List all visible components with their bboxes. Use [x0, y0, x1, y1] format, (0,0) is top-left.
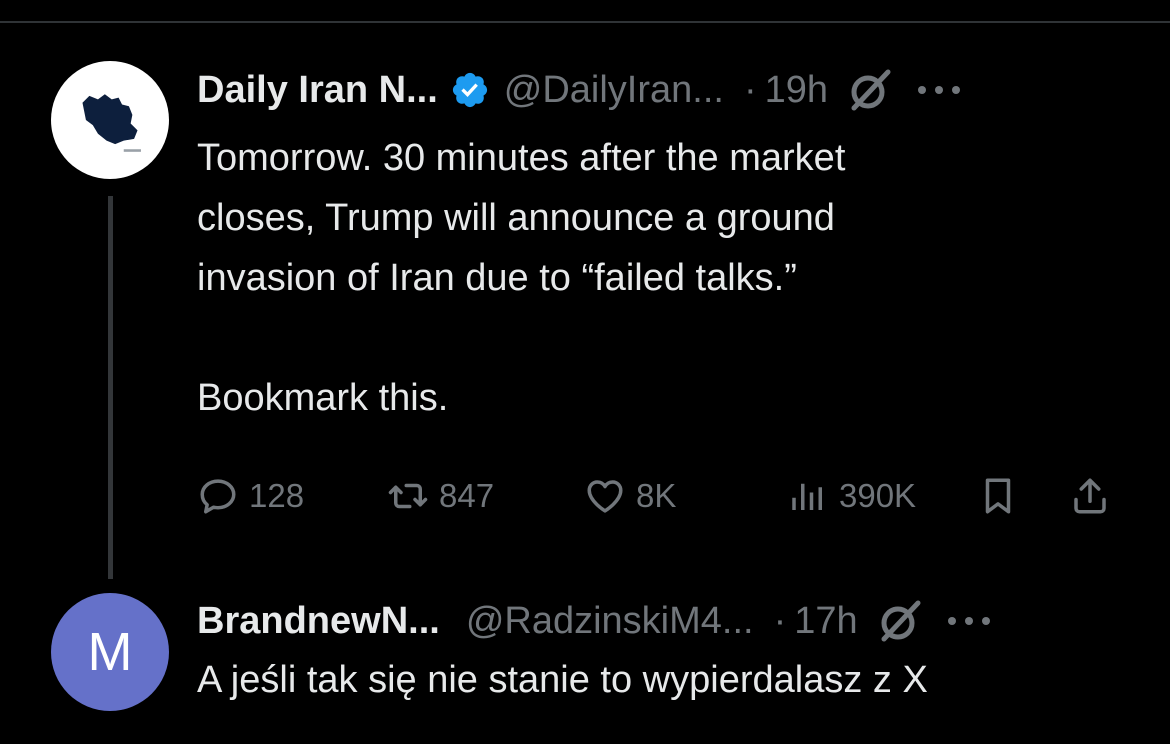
reply-header: BrandnewN... @RadzinskiM4... · 17h: [197, 591, 994, 651]
tweet-text-line: closes, Trump will announce a ground: [197, 197, 835, 239]
heart-icon: [587, 480, 623, 513]
verified-badge-icon[interactable]: [450, 70, 490, 110]
author-handle[interactable]: @RadzinskiM4...: [466, 600, 754, 643]
share-button[interactable]: [1069, 466, 1111, 526]
like-button[interactable]: 8K: [584, 466, 676, 526]
author-name[interactable]: BrandnewN...: [197, 600, 440, 643]
timestamp[interactable]: 17h: [794, 600, 857, 643]
bookmark-button[interactable]: [977, 466, 1019, 526]
author-handle[interactable]: @DailyIran...: [504, 69, 724, 112]
view-count: 390K: [839, 477, 917, 514]
tweet-text-line: Bookmark this.: [197, 377, 449, 419]
more-options-icon[interactable]: [944, 611, 994, 631]
thread-connector-line: [108, 196, 113, 579]
grok-icon[interactable]: [876, 597, 924, 645]
reply-count: 128: [249, 477, 305, 514]
avatar-daily-iran[interactable]: [51, 61, 169, 179]
iran-map-icon: [82, 94, 141, 152]
repost-button[interactable]: 847: [387, 466, 494, 526]
repost-icon: [388, 483, 428, 509]
reply-text: A jeśli tak się nie stanie to wypierdala…: [197, 659, 928, 701]
reply-button[interactable]: 128: [197, 466, 304, 526]
reply-icon: [200, 479, 236, 514]
grok-icon[interactable]: [846, 66, 894, 114]
repost-count: 847: [439, 477, 495, 514]
views-icon: [792, 483, 822, 510]
tweet-actions-bar: 128 847 8K 390K: [197, 466, 1127, 526]
avatar-brandnew[interactable]: M: [51, 593, 169, 711]
share-icon: [1074, 478, 1106, 514]
separator-dot: ·: [773, 599, 787, 642]
avatar-initial: M: [87, 622, 133, 682]
bookmark-icon: [985, 478, 1011, 514]
tweet-header: Daily Iran N... @DailyIran... · 19h: [197, 60, 964, 120]
author-name[interactable]: Daily Iran N...: [197, 69, 438, 112]
tweet-text-line: Tomorrow. 30 minutes after the market: [197, 137, 846, 179]
separator-dot: ·: [743, 68, 757, 111]
tweet-text-blank: [197, 308, 845, 368]
views-button[interactable]: 390K: [787, 466, 916, 526]
tweet-text-line: invasion of Iran due to “failed talks.”: [197, 257, 797, 299]
tweet-text: Tomorrow. 30 minutes after the market cl…: [197, 128, 845, 428]
more-options-icon[interactable]: [914, 80, 964, 100]
timestamp[interactable]: 19h: [765, 69, 828, 112]
like-count: 8K: [636, 477, 677, 514]
top-divider: [0, 21, 1170, 23]
